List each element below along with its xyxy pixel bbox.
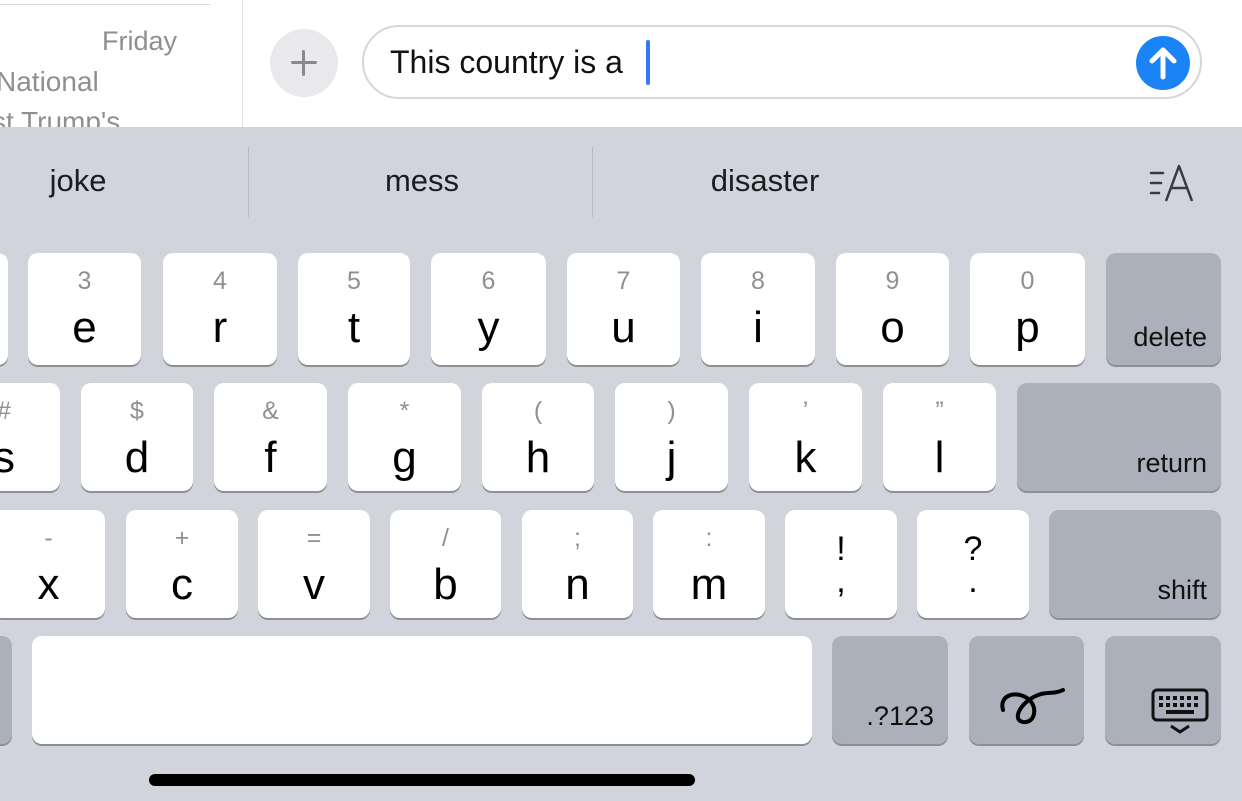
key-y[interactable]: 6y — [431, 253, 546, 365]
conversation-date: Friday — [101, 26, 177, 56]
keyboard: joke mess disaster 3e 4r 5t 6y 7u 8i 9o … — [0, 127, 1242, 801]
key-partial-left[interactable] — [0, 636, 12, 744]
keyboard-dismiss-icon — [1151, 688, 1209, 734]
predictive-bar: joke mess disaster — [0, 127, 1242, 237]
key-w-partial[interactable] — [0, 253, 8, 365]
suggestion-separator — [248, 147, 249, 217]
conversation-list-preview[interactable]: Friday National st Trump's — [0, 0, 243, 127]
key-g[interactable]: * g — [348, 383, 461, 491]
list-divider — [0, 4, 210, 5]
space-bar[interactable] — [32, 636, 812, 744]
key-question-period[interactable]: ?. — [917, 510, 1029, 618]
key-m[interactable]: :m — [653, 510, 765, 618]
key-j[interactable]: ) j — [615, 383, 728, 491]
key-e[interactable]: 3e — [28, 253, 141, 365]
send-button[interactable] — [1136, 36, 1190, 90]
message-input-text: This country is a — [390, 44, 623, 80]
key-t[interactable]: 5t — [298, 253, 410, 365]
text-cursor — [646, 40, 650, 85]
screen: Friday National st Trump's This country … — [0, 0, 1242, 801]
key-n[interactable]: ; n — [522, 510, 633, 618]
conversation-preview-line-2: st Trump's — [0, 106, 121, 127]
text-format-icon[interactable] — [1148, 163, 1198, 203]
scribble-icon — [1000, 688, 1065, 725]
suggestion-joke[interactable]: joke — [30, 163, 126, 199]
arrow-up-icon — [1149, 47, 1177, 80]
messages-area: Friday National st Trump's This country … — [0, 0, 1242, 127]
key-d[interactable]: $ d — [81, 383, 193, 491]
conversation-preview-line-1: National — [0, 66, 99, 97]
return-key[interactable]: return — [1017, 383, 1221, 491]
key-b[interactable]: / b — [390, 510, 501, 618]
key-k[interactable]: ’ k — [749, 383, 862, 491]
key-u[interactable]: 7u — [567, 253, 680, 365]
dismiss-keyboard-key[interactable] — [1105, 636, 1221, 744]
add-attachment-button[interactable] — [270, 29, 338, 97]
key-exclamation-comma[interactable]: !, — [785, 510, 897, 618]
scribble-key[interactable] — [969, 636, 1084, 744]
suggestion-mess[interactable]: mess — [362, 163, 482, 199]
key-f[interactable]: & f — [214, 383, 327, 491]
key-i[interactable]: 8i — [701, 253, 815, 365]
message-input[interactable]: This country is a — [362, 25, 1202, 99]
numbers-key[interactable]: .?123 — [832, 636, 948, 744]
key-s[interactable]: #s — [0, 383, 60, 491]
key-p[interactable]: 0p — [970, 253, 1085, 365]
key-o[interactable]: 9o — [836, 253, 949, 365]
home-indicator[interactable] — [149, 774, 695, 786]
key-l[interactable]: ” l — [883, 383, 996, 491]
key-v[interactable]: = v — [258, 510, 370, 618]
key-x[interactable]: -x — [0, 510, 105, 618]
key-h[interactable]: (h — [482, 383, 594, 491]
delete-key[interactable]: delete — [1106, 253, 1221, 365]
shift-key[interactable]: shift — [1049, 510, 1221, 618]
key-c[interactable]: + c — [126, 510, 238, 618]
suggestion-separator — [592, 147, 593, 217]
key-r[interactable]: 4r — [163, 253, 277, 365]
suggestion-disaster[interactable]: disaster — [690, 163, 840, 199]
